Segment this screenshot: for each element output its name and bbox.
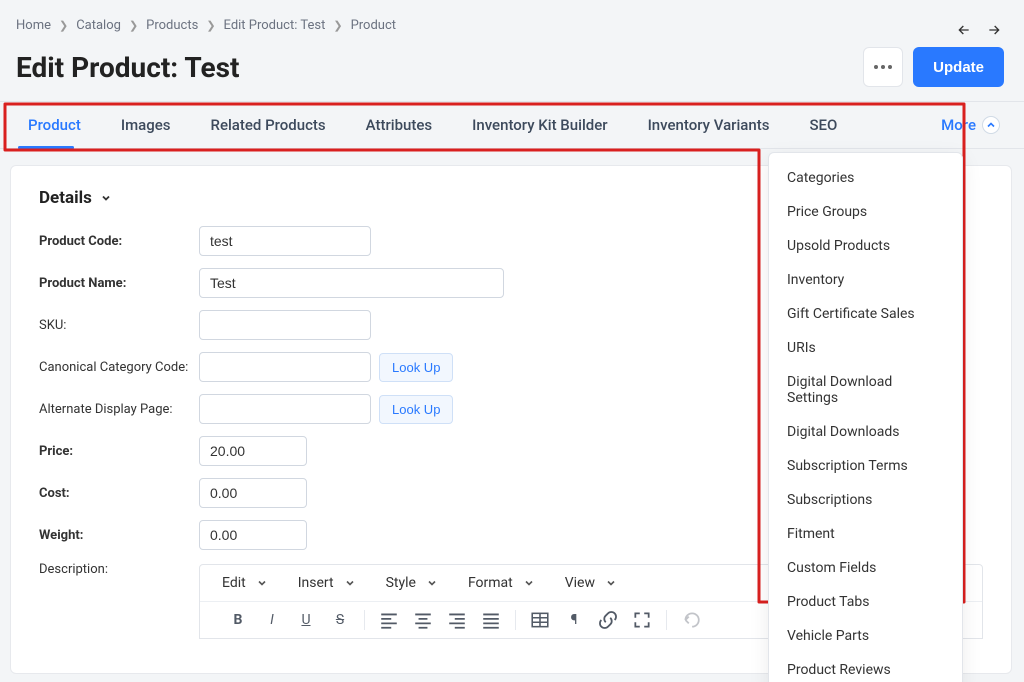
paragraph-icon[interactable]: ¶	[564, 610, 584, 630]
table-icon[interactable]	[530, 610, 550, 630]
canonical-category-input[interactable]	[199, 352, 371, 382]
breadcrumb-item[interactable]: Edit Product: Test	[224, 18, 326, 33]
label-canonical-category: Canonical Category Code:	[39, 360, 199, 375]
editor-menu-format[interactable]: Format	[468, 575, 535, 591]
page-title: Edit Product: Test	[16, 51, 239, 84]
sku-input[interactable]	[199, 310, 371, 340]
chevron-right-icon: ❯	[333, 19, 342, 32]
alt-display-lookup-button[interactable]: Look Up	[379, 395, 453, 424]
canonical-lookup-button[interactable]: Look Up	[379, 353, 453, 382]
tab-seo[interactable]: SEO	[789, 102, 857, 148]
label-price: Price:	[39, 444, 199, 459]
chevron-right-icon: ❯	[129, 19, 138, 32]
more-item-categories[interactable]: Categories	[769, 161, 962, 195]
more-item-gift-certificate-sales[interactable]: Gift Certificate Sales	[769, 297, 962, 331]
weight-input[interactable]	[199, 520, 307, 550]
forward-arrow[interactable]	[984, 20, 1004, 40]
chevron-up-icon	[982, 116, 1000, 134]
tab-inventory-variants[interactable]: Inventory Variants	[628, 102, 790, 148]
tab-images[interactable]: Images	[101, 102, 191, 148]
more-item-inventory[interactable]: Inventory	[769, 263, 962, 297]
more-item-product-reviews[interactable]: Product Reviews	[769, 653, 962, 682]
tab-bar: Product Images Related Products Attribut…	[0, 101, 1024, 149]
align-left-icon[interactable]	[379, 610, 399, 630]
more-item-fitment[interactable]: Fitment	[769, 517, 962, 551]
tab-more[interactable]: More	[925, 102, 1016, 148]
product-name-input[interactable]	[199, 268, 504, 298]
chevron-right-icon: ❯	[206, 19, 215, 32]
breadcrumb: Home ❯ Catalog ❯ Products ❯ Edit Product…	[0, 0, 1024, 39]
strikethrough-icon[interactable]: S	[330, 610, 350, 630]
label-cost: Cost:	[39, 486, 199, 501]
breadcrumb-item[interactable]: Product	[351, 18, 396, 33]
more-actions-button[interactable]	[863, 47, 903, 87]
link-icon[interactable]	[598, 610, 618, 630]
tab-inventory-kit-builder[interactable]: Inventory Kit Builder	[452, 102, 627, 148]
chevron-down-icon	[100, 192, 112, 204]
breadcrumb-item[interactable]: Products	[146, 18, 198, 33]
label-weight: Weight:	[39, 528, 199, 543]
label-product-name: Product Name:	[39, 276, 199, 291]
label-alt-display-page: Alternate Display Page:	[39, 402, 199, 417]
editor-menu-insert[interactable]: Insert	[298, 575, 356, 591]
more-item-digital-download-settings[interactable]: Digital Download Settings	[769, 365, 962, 415]
breadcrumb-item[interactable]: Home	[16, 18, 51, 33]
label-sku: SKU:	[39, 318, 199, 333]
undo-icon[interactable]	[681, 610, 701, 630]
chevron-right-icon: ❯	[59, 19, 68, 32]
more-item-subscription-terms[interactable]: Subscription Terms	[769, 449, 962, 483]
more-tabs-dropdown: Categories Price Groups Upsold Products …	[768, 152, 963, 682]
tab-product[interactable]: Product	[8, 102, 101, 148]
align-center-icon[interactable]	[413, 610, 433, 630]
alt-display-page-input[interactable]	[199, 394, 371, 424]
product-code-input[interactable]	[199, 226, 371, 256]
tab-more-label: More	[941, 116, 976, 134]
update-button[interactable]: Update	[913, 47, 1004, 87]
back-arrow[interactable]	[954, 20, 974, 40]
more-item-subscriptions[interactable]: Subscriptions	[769, 483, 962, 517]
more-item-upsold-products[interactable]: Upsold Products	[769, 229, 962, 263]
more-item-custom-fields[interactable]: Custom Fields	[769, 551, 962, 585]
editor-menu-view[interactable]: View	[565, 575, 617, 591]
tab-related-products[interactable]: Related Products	[191, 102, 346, 148]
underline-icon[interactable]: U	[296, 610, 316, 630]
label-description: Description:	[39, 562, 199, 577]
italic-icon[interactable]: I	[262, 610, 282, 630]
fullscreen-icon[interactable]	[632, 610, 652, 630]
label-product-code: Product Code:	[39, 234, 199, 249]
price-input[interactable]	[199, 436, 307, 466]
more-item-uris[interactable]: URIs	[769, 331, 962, 365]
more-item-product-tabs[interactable]: Product Tabs	[769, 585, 962, 619]
editor-menu-style[interactable]: Style	[386, 575, 438, 591]
more-item-vehicle-parts[interactable]: Vehicle Parts	[769, 619, 962, 653]
more-item-digital-downloads[interactable]: Digital Downloads	[769, 415, 962, 449]
section-title: Details	[39, 188, 92, 208]
align-right-icon[interactable]	[447, 610, 467, 630]
bold-icon[interactable]: B	[228, 610, 248, 630]
cost-input[interactable]	[199, 478, 307, 508]
align-justify-icon[interactable]	[481, 610, 501, 630]
editor-menu-edit[interactable]: Edit	[222, 575, 268, 591]
more-item-price-groups[interactable]: Price Groups	[769, 195, 962, 229]
breadcrumb-item[interactable]: Catalog	[76, 18, 121, 33]
tab-attributes[interactable]: Attributes	[346, 102, 452, 148]
